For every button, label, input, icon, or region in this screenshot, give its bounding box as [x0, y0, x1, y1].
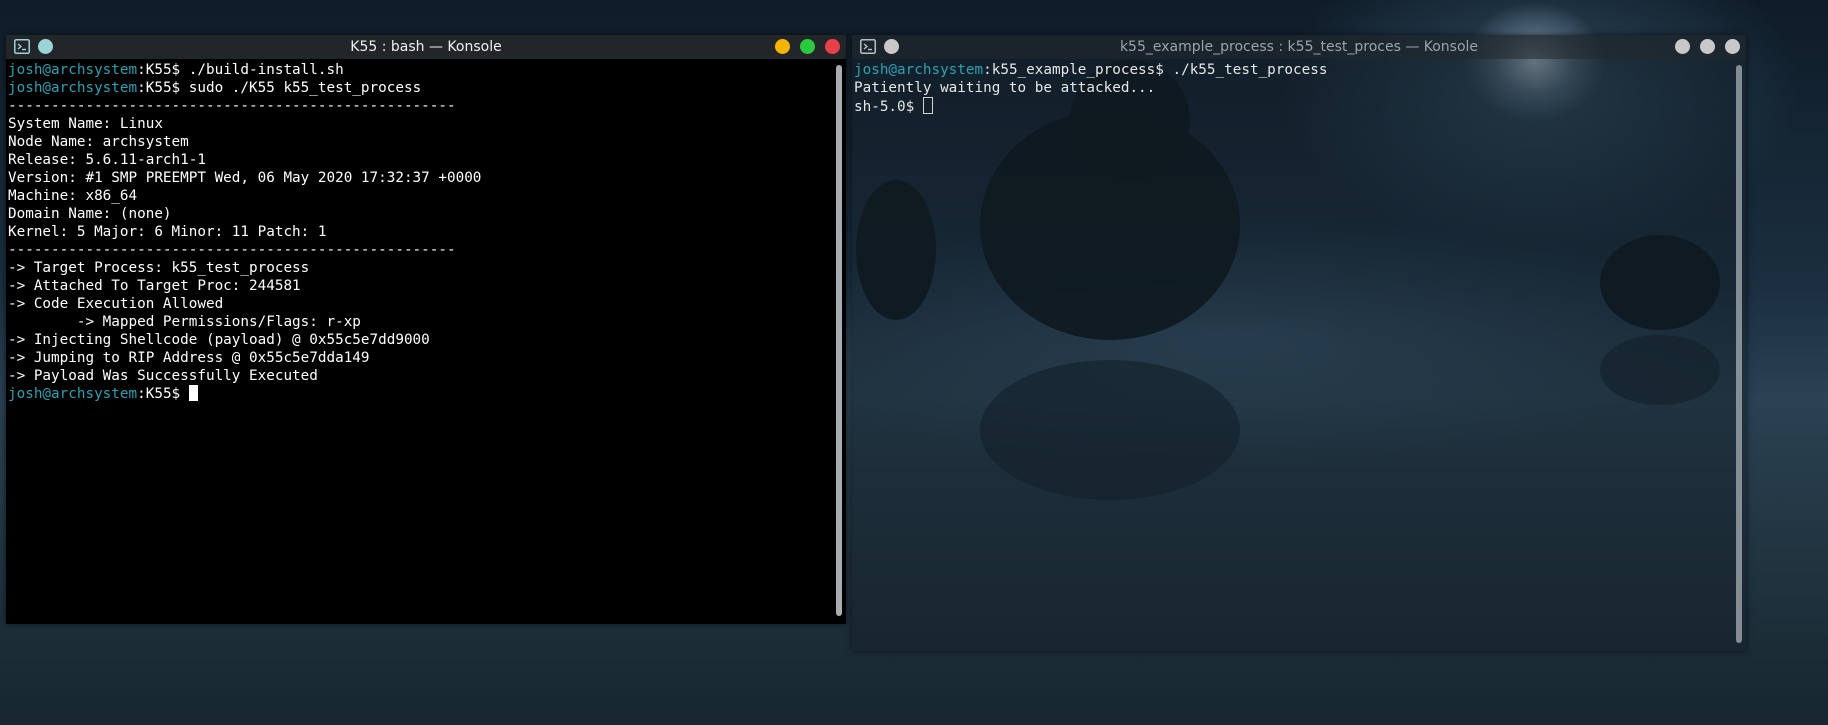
text-cursor: [922, 97, 933, 114]
terminal-line: josh@archsystem:K55$: [8, 385, 828, 403]
terminal-line: -> Target Process: k55_test_process: [8, 259, 828, 277]
terminal-line: Domain Name: (none): [8, 205, 828, 223]
window-title: k55_example_process : k55_test_proces — …: [1119, 39, 1479, 55]
prompt-command: :K55$: [137, 386, 189, 402]
output-text: -> Code Execution Allowed: [8, 296, 224, 312]
terminal-line: sh-5.0$: [854, 97, 1728, 115]
output-text: sh-5.0$: [854, 99, 923, 115]
minimize-icon[interactable]: [775, 39, 790, 54]
pin-icon[interactable]: [38, 39, 53, 54]
minimize-icon[interactable]: [1675, 39, 1690, 54]
output-text: -> Mapped Permissions/Flags: r-xp: [8, 314, 361, 330]
terminal-line: -> Code Execution Allowed: [8, 295, 828, 313]
konsole-app-icon[interactable]: [860, 39, 876, 54]
pin-icon[interactable]: [884, 39, 899, 54]
output-text: -> Jumping to RIP Address @ 0x55c5e7dda1…: [8, 350, 370, 366]
terminal-line: -> Payload Was Successfully Executed: [8, 367, 828, 385]
output-text: Machine: x86_64: [8, 188, 138, 204]
terminal-line: System Name: Linux: [8, 115, 828, 133]
konsole-window-bash[interactable]: K55 : bash — Konsole josh@archsystem:K55…: [6, 35, 846, 624]
output-text: -> Injecting Shellcode (payload) @ 0x55c…: [8, 332, 430, 348]
output-text: Kernel: 5 Major: 6 Minor: 11 Patch: 1: [8, 224, 327, 240]
konsole-app-icon[interactable]: [14, 39, 30, 54]
output-text: Patiently waiting to be attacked...: [854, 80, 1156, 96]
output-text: Release: 5.6.11-arch1-1: [8, 152, 206, 168]
terminal-line: Version: #1 SMP PREEMPT Wed, 06 May 2020…: [8, 169, 828, 187]
terminal-line: ----------------------------------------…: [8, 97, 828, 115]
close-icon[interactable]: [825, 39, 840, 54]
prompt-user-host: josh@archsystem: [854, 62, 984, 78]
scrollbar[interactable]: [836, 65, 842, 616]
terminal-line: josh@archsystem:K55$ sudo ./K55 k55_test…: [8, 79, 828, 97]
prompt-command: :K55$ ./build-install.sh: [137, 62, 344, 78]
output-text: Version: #1 SMP PREEMPT Wed, 06 May 2020…: [8, 170, 482, 186]
maximize-icon[interactable]: [800, 39, 815, 54]
terminal-line: -> Mapped Permissions/Flags: r-xp: [8, 313, 828, 331]
prompt-command: :K55$ sudo ./K55 k55_test_process: [137, 80, 422, 96]
terminal-line: Machine: x86_64: [8, 187, 828, 205]
terminal-line: Patiently waiting to be attacked...: [854, 79, 1728, 97]
output-text: Node Name: archsystem: [8, 134, 189, 150]
terminal-output[interactable]: josh@archsystem:k55_example_process$ ./k…: [852, 59, 1728, 651]
konsole-window-example-process[interactable]: k55_example_process : k55_test_proces — …: [852, 35, 1746, 651]
terminal-line: Kernel: 5 Major: 6 Minor: 11 Patch: 1: [8, 223, 828, 241]
maximize-icon[interactable]: [1700, 39, 1715, 54]
output-text: ----------------------------------------…: [8, 242, 456, 258]
title-bar[interactable]: K55 : bash — Konsole: [6, 35, 846, 59]
output-text: ----------------------------------------…: [8, 98, 456, 114]
output-text: -> Target Process: k55_test_process: [8, 260, 310, 276]
terminal-line: josh@archsystem:K55$ ./build-install.sh: [8, 61, 828, 79]
text-cursor: [188, 385, 198, 401]
output-text: -> Payload Was Successfully Executed: [8, 368, 318, 384]
prompt-user-host: josh@archsystem: [8, 62, 138, 78]
scrollbar[interactable]: [1736, 65, 1742, 643]
prompt-user-host: josh@archsystem: [8, 386, 138, 402]
prompt-command: :k55_example_process$ ./k55_test_process: [983, 62, 1328, 78]
window-title: K55 : bash — Konsole: [350, 39, 502, 55]
terminal-line: -> Attached To Target Proc: 244581: [8, 277, 828, 295]
terminal-line: Release: 5.6.11-arch1-1: [8, 151, 828, 169]
output-text: System Name: Linux: [8, 116, 163, 132]
output-text: Domain Name: (none): [8, 206, 172, 222]
terminal-line: ----------------------------------------…: [8, 241, 828, 259]
terminal-line: josh@archsystem:k55_example_process$ ./k…: [854, 61, 1728, 79]
terminal-line: -> Jumping to RIP Address @ 0x55c5e7dda1…: [8, 349, 828, 367]
terminal-output[interactable]: josh@archsystem:K55$ ./build-install.sh j…: [6, 59, 828, 624]
title-bar[interactable]: k55_example_process : k55_test_proces — …: [852, 35, 1746, 59]
terminal-line: Node Name: archsystem: [8, 133, 828, 151]
prompt-user-host: josh@archsystem: [8, 80, 138, 96]
output-text: -> Attached To Target Proc: 244581: [8, 278, 301, 294]
terminal-line: -> Injecting Shellcode (payload) @ 0x55c…: [8, 331, 828, 349]
close-icon[interactable]: [1725, 39, 1740, 54]
